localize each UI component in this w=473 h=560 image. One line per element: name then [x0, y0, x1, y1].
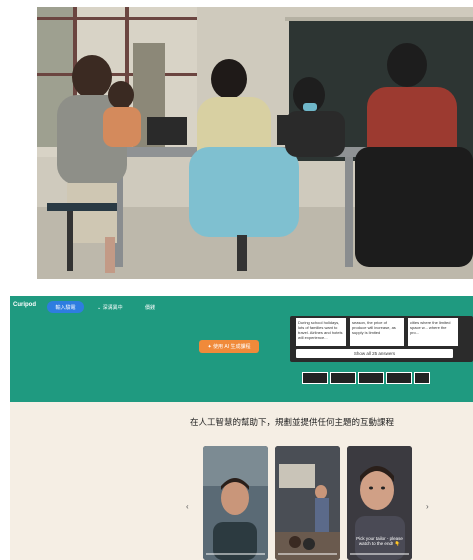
slide-thumbnail[interactable]	[302, 372, 328, 384]
nav-link-1[interactable]: ⌄ 深溝異中	[97, 304, 123, 311]
slide-thumbnail[interactable]	[358, 372, 384, 384]
section-heading: 在人工智慧的幫助下，規劃並提供任何主題的互動課程	[190, 417, 395, 427]
classroom-photo	[37, 7, 473, 279]
video-controls[interactable]	[206, 550, 265, 555]
answer-card: During school holidays, lots of families…	[296, 318, 346, 346]
nav-link-pricing[interactable]: 價錢	[145, 304, 155, 311]
slide-thumbnail[interactable]	[386, 372, 412, 384]
video-card[interactable]	[203, 446, 268, 560]
website-screenshot: Curipod 輸入驗電 ⌄ 深溝異中 價錢 ✦ 使用 AI 生成課程 Duri…	[10, 296, 473, 560]
slide-thumbnail[interactable]	[330, 372, 356, 384]
video-card[interactable]: Pick your tailor - please watch to the e…	[347, 446, 412, 560]
nav-pill-button[interactable]: 輸入驗電	[47, 301, 84, 313]
video-controls[interactable]	[350, 550, 409, 555]
slide-thumbnails	[302, 372, 430, 384]
video-controls[interactable]	[278, 550, 337, 555]
show-all-answers-button[interactable]: Show all 25 answers	[296, 349, 453, 358]
carousel-next-arrow[interactable]: ›	[426, 502, 429, 511]
slide-thumbnail[interactable]	[414, 372, 430, 384]
video-card[interactable]	[275, 446, 340, 560]
brand-logo[interactable]: Curipod	[13, 302, 36, 308]
answers-panel: During school holidays, lots of families…	[290, 316, 473, 362]
answer-card: season, the price of produce will increa…	[350, 318, 404, 346]
answer-card: cities where the limited space w... wher…	[408, 318, 458, 346]
nav-bar: Curipod 輸入驗電 ⌄ 深溝異中 價錢	[10, 296, 473, 318]
video-caption: Pick your tailor - please watch to the e…	[356, 536, 403, 546]
generate-lesson-button[interactable]: ✦ 使用 AI 生成課程	[199, 340, 259, 353]
carousel-prev-arrow[interactable]: ‹	[186, 502, 189, 511]
